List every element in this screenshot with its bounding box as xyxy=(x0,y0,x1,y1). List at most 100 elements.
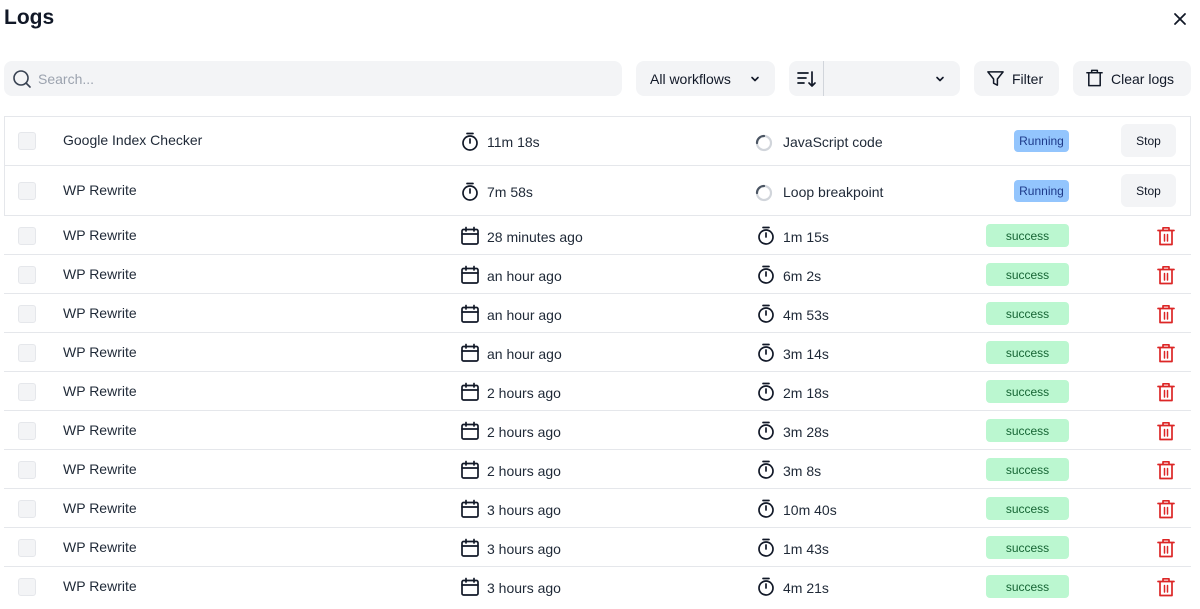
started-time: 28 minutes ago xyxy=(487,229,583,245)
log-row[interactable]: WP Rewrite an hour ago 3m 14s success xyxy=(4,333,1191,372)
calendar-icon xyxy=(461,499,479,518)
log-row[interactable]: WP Rewrite 2 hours ago 3m 8s success xyxy=(4,450,1191,489)
row-checkbox[interactable] xyxy=(18,539,36,557)
calendar-icon xyxy=(461,304,479,323)
stopwatch-icon xyxy=(462,182,478,201)
started-time: 3 hours ago xyxy=(487,541,561,557)
search-icon xyxy=(13,70,31,88)
sort-divider xyxy=(823,61,824,96)
sort-select[interactable] xyxy=(789,61,960,96)
started-time: an hour ago xyxy=(487,346,562,362)
close-icon[interactable] xyxy=(1171,10,1189,28)
workflow-name: WP Rewrite xyxy=(63,539,137,555)
running-row: Google Index Checker 11m 18s JavaScript … xyxy=(4,117,1191,166)
log-row[interactable]: WP Rewrite 28 minutes ago 1m 15s success xyxy=(4,216,1191,255)
sort-order-icon[interactable] xyxy=(795,68,817,90)
search-box xyxy=(4,61,622,96)
duration: 4m 21s xyxy=(783,580,829,596)
stopwatch-icon xyxy=(758,499,774,518)
row-checkbox[interactable] xyxy=(18,383,36,401)
workflow-name: WP Rewrite xyxy=(63,182,137,198)
delete-icon[interactable] xyxy=(1157,499,1175,519)
filter-button[interactable]: Filter xyxy=(974,61,1059,96)
filter-icon xyxy=(987,71,1004,86)
row-checkbox[interactable] xyxy=(18,266,36,284)
started-time: 3 hours ago xyxy=(487,502,561,518)
delete-icon[interactable] xyxy=(1157,304,1175,324)
stopwatch-icon xyxy=(758,577,774,596)
status-badge: success xyxy=(986,302,1069,325)
trash-icon xyxy=(1086,69,1103,87)
delete-icon[interactable] xyxy=(1157,226,1175,246)
filter-label: Filter xyxy=(1012,70,1044,87)
duration: 4m 53s xyxy=(783,307,829,323)
log-row[interactable]: WP Rewrite 3 hours ago 4m 21s success xyxy=(4,567,1191,606)
calendar-icon xyxy=(461,577,479,596)
workflow-name: Google Index Checker xyxy=(63,132,203,148)
search-input[interactable] xyxy=(38,61,608,96)
stop-button[interactable]: Stop xyxy=(1121,174,1176,207)
status-badge: success xyxy=(986,497,1069,520)
log-row[interactable]: WP Rewrite 2 hours ago 3m 28s success xyxy=(4,411,1191,450)
log-row[interactable]: WP Rewrite 3 hours ago 1m 43s success xyxy=(4,528,1191,567)
row-checkbox[interactable] xyxy=(18,227,36,245)
workflow-name: WP Rewrite xyxy=(63,461,137,477)
stopwatch-icon xyxy=(758,382,774,401)
row-checkbox[interactable] xyxy=(18,344,36,362)
calendar-icon xyxy=(461,538,479,557)
started-time: an hour ago xyxy=(487,307,562,323)
workflow-name: WP Rewrite xyxy=(63,227,137,243)
page-title: Logs xyxy=(4,6,55,29)
row-checkbox[interactable] xyxy=(18,500,36,518)
workflow-name: WP Rewrite xyxy=(63,383,137,399)
log-row[interactable]: WP Rewrite an hour ago 4m 53s success xyxy=(4,294,1191,333)
status-badge: success xyxy=(986,341,1069,364)
clear-logs-button[interactable]: Clear logs xyxy=(1073,61,1191,96)
started-time: 2 hours ago xyxy=(487,385,561,401)
started-time: an hour ago xyxy=(487,268,562,284)
status-badge: success xyxy=(986,380,1069,403)
workflow-name: WP Rewrite xyxy=(63,305,137,321)
workflow-select[interactable]: All workflows xyxy=(636,61,775,96)
log-row[interactable]: WP Rewrite 2 hours ago 2m 18s success xyxy=(4,372,1191,411)
duration: 1m 15s xyxy=(783,229,829,245)
row-checkbox[interactable] xyxy=(18,305,36,323)
calendar-icon xyxy=(461,460,479,479)
status-badge: success xyxy=(986,458,1069,481)
delete-icon[interactable] xyxy=(1157,538,1175,558)
row-checkbox[interactable] xyxy=(18,578,36,596)
delete-icon[interactable] xyxy=(1157,382,1175,402)
stopwatch-icon xyxy=(758,265,774,284)
loading-spinner-icon xyxy=(755,184,773,202)
stop-button[interactable]: Stop xyxy=(1121,124,1176,157)
current-step: Loop breakpoint xyxy=(783,184,884,200)
log-row[interactable]: WP Rewrite an hour ago 6m 2s success xyxy=(4,255,1191,294)
delete-icon[interactable] xyxy=(1157,265,1175,285)
stopwatch-icon xyxy=(758,538,774,557)
status-badge: success xyxy=(986,224,1069,247)
calendar-icon xyxy=(461,421,479,440)
stopwatch-icon xyxy=(462,132,478,151)
started-time: 3 hours ago xyxy=(487,580,561,596)
chevron-down-icon xyxy=(936,76,944,82)
delete-icon[interactable] xyxy=(1157,421,1175,441)
stopwatch-icon xyxy=(758,343,774,362)
status-badge: Running xyxy=(1014,180,1069,202)
current-step: JavaScript code xyxy=(783,134,883,150)
running-row: WP Rewrite 7m 58s Loop breakpoint Runnin… xyxy=(4,167,1191,216)
logs-header: Logs xyxy=(0,0,1200,40)
duration: 3m 8s xyxy=(783,463,822,479)
row-checkbox[interactable] xyxy=(18,461,36,479)
row-checkbox[interactable] xyxy=(18,422,36,440)
workflow-name: WP Rewrite xyxy=(63,578,137,594)
row-checkbox[interactable] xyxy=(18,182,36,200)
log-row[interactable]: WP Rewrite 3 hours ago 10m 40s success xyxy=(4,489,1191,528)
chevron-down-icon xyxy=(751,76,759,82)
duration: 6m 2s xyxy=(783,268,822,284)
delete-icon[interactable] xyxy=(1157,343,1175,363)
row-checkbox[interactable] xyxy=(18,132,36,150)
delete-icon[interactable] xyxy=(1157,460,1175,480)
stopwatch-icon xyxy=(758,226,774,245)
workflow-name: WP Rewrite xyxy=(63,266,137,282)
delete-icon[interactable] xyxy=(1157,577,1175,597)
